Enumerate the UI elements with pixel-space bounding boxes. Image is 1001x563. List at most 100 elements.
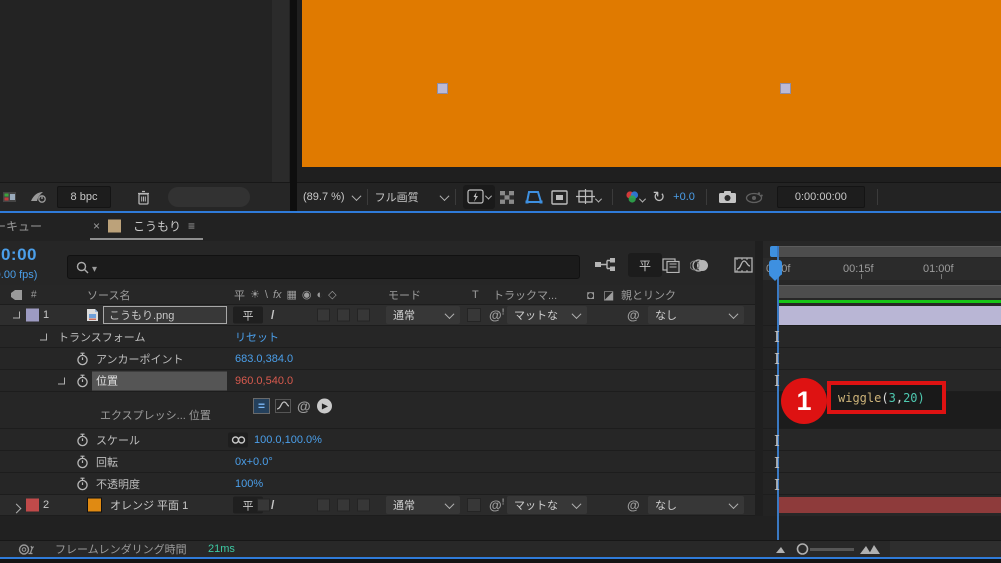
trash-icon[interactable] <box>137 190 150 205</box>
time-ruler[interactable]: 0:00f 00:15f 01:00f <box>763 258 1001 280</box>
timeline-zoom-slider-track[interactable] <box>810 548 854 551</box>
bpc-button[interactable]: 8 bpc <box>57 186 111 208</box>
work-area-bar-2[interactable] <box>779 285 1001 298</box>
position-row[interactable]: 位置 960.0,540.0 <box>0 370 755 392</box>
scale-row[interactable]: スケール 100.0,100.0% <box>0 429 755 451</box>
scale-stopwatch-icon[interactable] <box>76 433 89 447</box>
scale-label[interactable]: スケール <box>96 432 140 448</box>
layer1-preserve-box[interactable] <box>467 308 481 322</box>
transform-expand-chevron[interactable] <box>40 333 47 340</box>
motion-blur-button[interactable] <box>686 253 714 277</box>
show-snapshot-icon[interactable] <box>741 185 767 209</box>
rotation-label[interactable]: 回転 <box>96 454 118 470</box>
expression-row[interactable]: エクスプレッシ... 位置 = @ ▶ <box>0 392 755 429</box>
layer2-matte-dropdown[interactable]: マットな <box>507 496 587 514</box>
show-channel-button[interactable] <box>620 185 649 209</box>
graph-editor-button[interactable] <box>730 253 757 277</box>
search-input[interactable]: ▾ <box>67 255 580 279</box>
3d-layer-icon[interactable]: ◇ <box>328 288 336 301</box>
layer2-expand-chevron[interactable] <box>11 503 22 514</box>
position-stopwatch-icon[interactable] <box>76 374 89 388</box>
layer-handle[interactable] <box>437 83 448 94</box>
zoom-in-mountains-icon[interactable] <box>860 544 882 554</box>
transform-reset-link[interactable]: リセット <box>235 329 279 345</box>
expression-enable-button[interactable]: = <box>253 398 270 415</box>
layer2-matte-pickwhip-icon[interactable]: @! <box>489 498 504 513</box>
layer2-duration-bar[interactable] <box>779 497 1001 513</box>
tab-comp-title[interactable]: こうもり <box>133 218 181 235</box>
position-expand-chevron[interactable] <box>58 377 65 384</box>
layer1-switch-box[interactable] <box>337 308 350 322</box>
frame-blend-button[interactable] <box>658 253 684 277</box>
layer-row-2[interactable]: 2 オレンジ 平面 1 平 / 通常 @! マットな @ なし <box>0 495 755 516</box>
rotation-stopwatch-icon[interactable] <box>76 455 89 469</box>
mask-visibility-button[interactable] <box>519 185 547 209</box>
expression-label[interactable]: エクスプレッシ... 位置 <box>100 407 211 423</box>
layer2-parent-dropdown[interactable]: なし <box>648 496 744 514</box>
header-number[interactable]: # <box>31 289 37 300</box>
layer1-parent-dropdown[interactable]: なし <box>648 306 744 324</box>
opacity-row[interactable]: 不透明度 100% <box>0 473 755 495</box>
opacity-value[interactable]: 100% <box>235 478 263 490</box>
header-track-matte[interactable]: トラックマ... <box>493 287 557 303</box>
layer2-switch-box[interactable] <box>317 498 330 512</box>
transparency-grid-button[interactable] <box>495 185 519 209</box>
rotation-value[interactable]: 0x+0.0° <box>235 456 273 468</box>
layer2-quality-switch[interactable]: / <box>271 498 274 512</box>
layer-handle[interactable] <box>780 83 791 94</box>
layer2-mode-dropdown[interactable]: 通常 <box>386 496 460 514</box>
fast-previews-button[interactable] <box>462 185 495 209</box>
layer1-switch-box[interactable] <box>357 308 370 322</box>
panel-drag-pill[interactable] <box>168 187 250 207</box>
frame-blend-icon[interactable]: ▦ <box>287 288 297 301</box>
layer2-parent-pickwhip-icon[interactable]: @ <box>627 498 640 513</box>
header-parent-link[interactable]: 親とリンク <box>621 287 676 303</box>
position-label-highlight[interactable]: 位置 <box>92 371 227 390</box>
layer1-parent-pickwhip-icon[interactable]: @ <box>627 308 640 323</box>
header-preserve-t[interactable]: T <box>472 289 479 301</box>
scale-value[interactable]: 100.0,100.0% <box>254 434 322 446</box>
magnification-dropdown[interactable]: (89.7 %) <box>303 190 362 203</box>
anchor-value[interactable]: 683.0,384.0 <box>235 353 293 365</box>
comp-canvas[interactable] <box>302 0 1001 167</box>
adjustment-layer-icon[interactable]: ◐ <box>317 289 324 301</box>
position-value[interactable]: 960.0,540.0 <box>235 375 293 387</box>
anchor-label[interactable]: アンカーポイント <box>96 351 184 367</box>
layer2-switch-box[interactable] <box>257 498 270 512</box>
project-panel-scrollbar[interactable] <box>272 0 289 182</box>
opacity-label[interactable]: 不透明度 <box>96 476 140 492</box>
layer-row-1[interactable]: 1 こうもり.png 平 / 通常 @! マットな @ なし <box>0 305 755 326</box>
layer1-quality-switch[interactable]: / <box>271 308 274 322</box>
scale-link-icon[interactable] <box>228 432 248 447</box>
region-of-interest-button[interactable] <box>547 185 572 209</box>
tab-menu-icon[interactable]: ≡ <box>188 219 195 233</box>
expression-language-menu[interactable]: ▶ <box>317 398 332 414</box>
layer1-shy-switch[interactable]: 平 <box>233 306 263 324</box>
motion-blur-icon[interactable]: ◉ <box>302 288 312 301</box>
draft-3d-button[interactable]: 平 <box>628 253 662 277</box>
layer1-matte-pickwhip-icon[interactable]: @! <box>489 308 504 323</box>
transform-label[interactable]: トランスフォーム <box>58 329 145 345</box>
expression-graph-icon[interactable] <box>275 399 291 414</box>
work-area-bar[interactable] <box>779 246 1001 257</box>
fx-icon[interactable]: fx <box>273 289 282 301</box>
tab-close-icon[interactable]: × <box>93 219 100 233</box>
reset-exposure-icon[interactable]: ↻ <box>649 185 670 209</box>
header-source-name[interactable]: ソース名 <box>87 287 130 303</box>
timeline-zoom-slider-knob[interactable] <box>796 543 809 556</box>
comp-mini-flowchart-button[interactable] <box>590 253 620 277</box>
viewer-timecode-field[interactable]: 0:00:00:00 <box>776 186 865 208</box>
playhead-line[interactable] <box>777 246 779 540</box>
transform-group-row[interactable]: トランスフォーム リセット <box>0 326 755 348</box>
layer1-duration-bar[interactable] <box>779 306 1001 325</box>
quality-icon[interactable]: \ <box>265 289 268 301</box>
layer2-solid-swatch[interactable] <box>87 497 102 513</box>
layer2-switch-box[interactable] <box>357 498 370 512</box>
anchor-point-row[interactable]: アンカーポイント 683.0,384.0 <box>0 348 755 370</box>
resolution-dropdown[interactable]: フル画質 <box>375 189 450 205</box>
layer1-name-field[interactable]: こうもり.png <box>103 306 227 324</box>
layer2-switch-box[interactable] <box>337 498 350 512</box>
expression-pickwhip-icon[interactable]: @ <box>297 398 311 414</box>
collapse-icon[interactable]: ☀ <box>250 288 260 301</box>
layer2-name[interactable]: オレンジ 平面 1 <box>110 497 188 513</box>
